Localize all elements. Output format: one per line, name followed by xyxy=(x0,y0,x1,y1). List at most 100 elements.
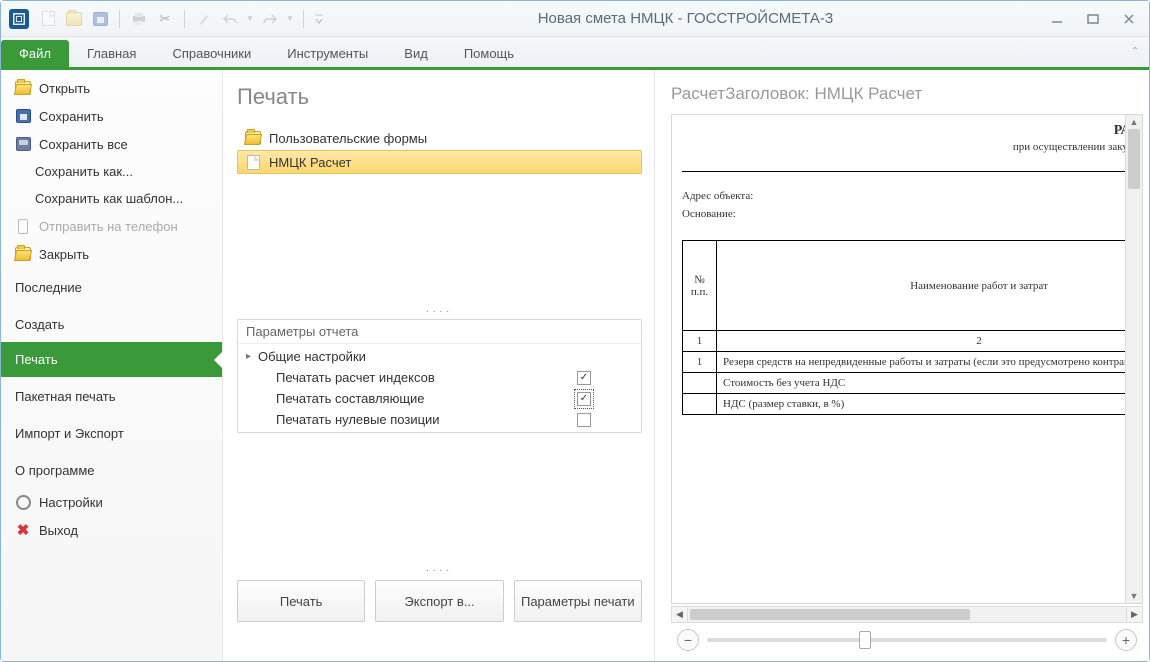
qat-new-icon[interactable] xyxy=(37,8,59,30)
tab-home[interactable]: Главная xyxy=(69,40,154,67)
tab-references[interactable]: Справочники xyxy=(154,40,269,67)
params-general[interactable]: ▸ Общие настройки xyxy=(238,346,641,367)
nav-save-all[interactable]: Сохранить все xyxy=(1,130,222,158)
zoom-slider-handle[interactable] xyxy=(859,631,871,649)
horizontal-scroll-thumb[interactable] xyxy=(690,609,970,620)
nav-create-label: Создать xyxy=(15,317,64,332)
preview-document: РАСЧЕТ НАЧАЛЬН при осуществлении закупок… xyxy=(682,123,1143,415)
horizontal-scroll-track[interactable] xyxy=(688,606,1126,623)
nav-import-export[interactable]: Импорт и Экспорт xyxy=(1,414,222,451)
param-print-indexes[interactable]: Печатать расчет индексов ✓ xyxy=(238,367,641,388)
param-print-zero-label: Печатать нулевые позиции xyxy=(276,412,577,427)
param-print-zero[interactable]: Печатать нулевые позиции xyxy=(238,409,641,430)
nav-settings[interactable]: Настройки xyxy=(1,488,222,516)
qat-open-icon[interactable] xyxy=(63,8,85,30)
nav-recent[interactable]: Последние xyxy=(1,268,222,305)
qat-redo-icon[interactable] xyxy=(259,8,281,30)
param-print-components-label: Печатать составляющие xyxy=(276,391,577,406)
vertical-scroll-thumb[interactable] xyxy=(1128,129,1140,189)
print-button-label: Печать xyxy=(280,594,323,609)
maximize-button[interactable] xyxy=(1081,9,1105,29)
close-button[interactable] xyxy=(1117,9,1141,29)
row1-num: 1 xyxy=(683,352,717,373)
qat-customize-icon[interactable] xyxy=(312,8,326,30)
vertical-scrollbar[interactable]: ▲ ▼ xyxy=(1125,115,1142,603)
nav-save-label: Сохранить xyxy=(39,109,104,124)
ribbon-collapse-icon[interactable]: ˆ xyxy=(1133,45,1137,59)
nav-open[interactable]: Открыть xyxy=(1,74,222,102)
doc-table: № п.п. Наименование работ и затрат 1 2 1… xyxy=(682,240,1143,415)
tree-selected-form-label: НМЦК Расчет xyxy=(269,155,351,170)
splitter-bottom[interactable]: .... xyxy=(237,563,642,574)
zoom-in-button[interactable]: + xyxy=(1115,629,1137,651)
preview-viewport[interactable]: РАСЧЕТ НАЧАЛЬН при осуществлении закупок… xyxy=(671,114,1143,604)
panel-title: Печать xyxy=(237,84,642,110)
export-button[interactable]: Экспорт в... xyxy=(375,580,503,622)
zoom-control: − + xyxy=(671,629,1143,655)
print-params-button[interactable]: Параметры печати xyxy=(514,580,642,622)
print-params-button-label: Параметры печати xyxy=(521,594,635,609)
qat-brush-icon[interactable] xyxy=(193,8,215,30)
horizontal-scrollbar[interactable]: ◀ ▶ xyxy=(671,606,1143,623)
minimize-button[interactable] xyxy=(1045,9,1069,29)
col-num-1: 1 xyxy=(683,331,717,352)
nav-save-as-template[interactable]: Сохранить как шаблон... xyxy=(1,185,222,212)
nav-save[interactable]: Сохранить xyxy=(1,102,222,130)
nav-save-as[interactable]: Сохранить как... xyxy=(1,158,222,185)
nav-about[interactable]: О программе xyxy=(1,451,222,488)
row3-text: НДС (размер ставки, в %) xyxy=(717,394,1144,415)
splitter-top[interactable]: .... xyxy=(237,304,642,315)
qat-print-icon[interactable] xyxy=(128,8,150,30)
ribbon-tabs: Файл Главная Справочники Инструменты Вид… xyxy=(1,37,1149,69)
nav-print[interactable]: Печать xyxy=(1,342,222,377)
tree-selected-form[interactable]: НМЦК Расчет xyxy=(237,150,642,174)
tab-help[interactable]: Помощь xyxy=(446,40,532,67)
nav-batch-print-label: Пакетная печать xyxy=(15,389,116,404)
checkbox-print-indexes[interactable]: ✓ xyxy=(577,371,591,385)
close-icon: ✖ xyxy=(15,522,31,538)
nav-import-export-label: Импорт и Экспорт xyxy=(15,426,124,441)
app-icon xyxy=(9,9,29,29)
nav-close[interactable]: Закрыть xyxy=(1,240,222,268)
nav-close-label: Закрыть xyxy=(39,247,89,262)
checkbox-print-components[interactable]: ✓ xyxy=(577,392,591,406)
doc-address-label: Адрес объекта: xyxy=(682,190,1143,202)
nav-save-as-label: Сохранить как... xyxy=(35,164,133,179)
phone-icon xyxy=(15,218,31,234)
scroll-down-icon[interactable]: ▼ xyxy=(1126,589,1142,603)
nav-send-to-phone-label: Отправить на телефон xyxy=(39,219,178,234)
window-title: Новая смета НМЦК - ГОССТРОЙСМЕТА-3 xyxy=(326,10,1045,27)
param-print-components[interactable]: Печатать составляющие ✓ xyxy=(238,388,641,409)
tab-view[interactable]: Вид xyxy=(386,40,446,67)
preview-panel: РасчетЗаголовок: НМЦК Расчет РАСЧЕТ НАЧА… xyxy=(655,70,1149,661)
checkbox-print-zero[interactable] xyxy=(577,413,591,427)
tab-tools[interactable]: Инструменты xyxy=(269,40,386,67)
tree-user-forms[interactable]: Пользовательские формы xyxy=(237,126,642,150)
save-all-icon xyxy=(15,136,31,152)
scroll-left-icon[interactable]: ◀ xyxy=(671,606,688,623)
title-bar: ✂ ▼ ▼ Новая смета НМЦК - ГОССТРОЙСМЕТА-3 xyxy=(1,1,1149,37)
param-print-indexes-label: Печатать расчет индексов xyxy=(276,370,577,385)
scroll-right-icon[interactable]: ▶ xyxy=(1126,606,1143,623)
print-button[interactable]: Печать xyxy=(237,580,365,622)
folder-icon xyxy=(245,130,261,146)
qat-redo-dropdown-icon[interactable]: ▼ xyxy=(285,8,295,30)
save-icon xyxy=(15,108,31,124)
zoom-slider-track[interactable] xyxy=(707,638,1107,642)
scroll-up-icon[interactable]: ▲ xyxy=(1126,115,1142,129)
doc-basis-label: Основание: xyxy=(682,208,1143,220)
nav-create[interactable]: Создать xyxy=(1,305,222,342)
qat-undo-dropdown-icon[interactable]: ▼ xyxy=(245,8,255,30)
qat-cut-icon[interactable]: ✂ xyxy=(154,8,176,30)
qat-save-icon[interactable] xyxy=(89,8,111,30)
preview-header: РасчетЗаголовок: НМЦК Расчет xyxy=(671,84,1143,104)
qat-undo-icon[interactable] xyxy=(219,8,241,30)
zoom-out-button[interactable]: − xyxy=(677,629,699,651)
nav-print-label: Печать xyxy=(15,352,58,367)
nav-settings-label: Настройки xyxy=(39,495,103,510)
tab-file[interactable]: Файл xyxy=(1,40,69,67)
nav-exit[interactable]: ✖ Выход xyxy=(1,516,222,544)
th-num: № п.п. xyxy=(683,241,717,331)
nav-batch-print[interactable]: Пакетная печать xyxy=(1,377,222,414)
doc-subtitle: при осуществлении закупок работ по подго… xyxy=(682,141,1143,153)
